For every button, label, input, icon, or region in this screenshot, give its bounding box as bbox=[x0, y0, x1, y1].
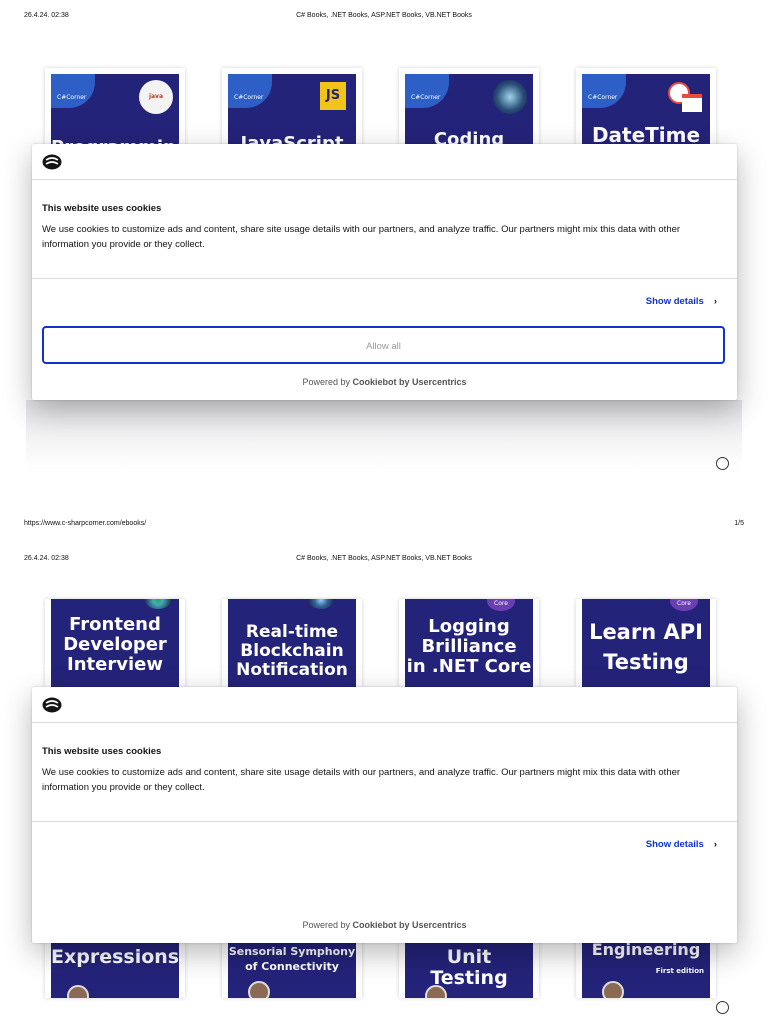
book-title-line: of Connectivity bbox=[245, 960, 339, 974]
book-title-line: Testing bbox=[603, 650, 689, 675]
cookie-heading: This website uses cookies bbox=[42, 746, 162, 757]
show-details-link[interactable]: Show details › bbox=[646, 839, 717, 850]
core-badge: Core bbox=[487, 599, 515, 611]
book-card[interactable]: Frontend Developer Interview bbox=[45, 599, 185, 687]
show-details-label: Show details bbox=[645, 296, 704, 307]
book-title: Learn API Testing bbox=[582, 617, 710, 678]
page-url: https://www.c-sharpcorner.com/ebooks/ bbox=[24, 520, 147, 527]
book-title-line: Blockchain bbox=[240, 641, 344, 662]
chat-widget-icon[interactable] bbox=[716, 457, 729, 470]
book-title: Expressions bbox=[51, 946, 179, 968]
book-cover: Core Logging Brilliance in .NET Core bbox=[405, 599, 533, 687]
book-title: Sensorial Symphony of Connectivity bbox=[228, 944, 356, 975]
author-avatar bbox=[602, 981, 624, 998]
cookie-banner-shadow bbox=[26, 400, 742, 470]
core-badge: Core bbox=[670, 599, 698, 611]
print-title: C# Books, .NET Books, ASP.NET Books, VB.… bbox=[296, 555, 472, 562]
book-cover: Expressions bbox=[51, 939, 179, 998]
book-title: Unit Testing bbox=[430, 946, 508, 990]
show-details-link[interactable]: Show details › bbox=[646, 296, 717, 307]
cookie-consent-dialog: This website uses cookies We use cookies… bbox=[32, 144, 737, 400]
book-title-line: Notification bbox=[236, 660, 348, 681]
csharpcorner-logo: C#Corner bbox=[228, 74, 272, 108]
book-cover: Frontend Developer Interview bbox=[51, 599, 179, 687]
book-card[interactable]: Engineering First edition bbox=[576, 939, 716, 998]
cookie-description: We use cookies to customize ads and cont… bbox=[42, 767, 681, 793]
cookiebot-logo-icon bbox=[42, 697, 62, 713]
cookiebot-logo-icon bbox=[42, 154, 62, 170]
powered-by-prefix: Powered by bbox=[302, 920, 350, 930]
book-title-line: Real-time bbox=[245, 622, 339, 642]
book-card[interactable]: Sensorial Symphony of Connectivity bbox=[222, 939, 362, 998]
print-page-1: 26.4.24. 02:38 C# Books, .NET Books, ASP… bbox=[0, 0, 768, 540]
divider bbox=[32, 179, 737, 180]
book-card[interactable]: Real-time Blockchain Notification bbox=[222, 599, 362, 687]
book-title-line: Frontend bbox=[69, 614, 161, 635]
book-title-line: in .NET Core bbox=[406, 656, 532, 678]
show-details-label: Show details bbox=[645, 839, 704, 850]
book-title: Real-time Blockchain Notification bbox=[228, 622, 356, 681]
print-page-2: 26.4.24. 02:38 C# Books, .NET Books, ASP… bbox=[0, 543, 768, 1024]
divider bbox=[32, 722, 737, 723]
chevron-right-icon: › bbox=[713, 839, 717, 850]
book-title-line: Logging bbox=[428, 616, 510, 637]
book-title: Frontend Developer Interview bbox=[51, 614, 179, 676]
chevron-right-icon: › bbox=[713, 296, 717, 307]
csharpcorner-logo: C#Corner bbox=[51, 74, 95, 108]
book-card[interactable]: Core Logging Brilliance in .NET Core bbox=[399, 599, 539, 687]
book-title-line: Learn API bbox=[589, 620, 703, 644]
book-cover: Real-time Blockchain Notification bbox=[228, 599, 356, 687]
divider bbox=[32, 821, 737, 822]
print-header: 26.4.24. 02:38 C# Books, .NET Books, ASP… bbox=[0, 12, 768, 22]
java-icon: java bbox=[139, 80, 173, 114]
cookiebot-brand: Cookiebot by Usercentrics bbox=[352, 377, 467, 387]
allow-all-button[interactable]: Allow all bbox=[42, 326, 725, 364]
code-globe-icon bbox=[493, 80, 527, 114]
chat-widget-icon[interactable] bbox=[716, 1001, 729, 1014]
cookie-description: We use cookies to customize ads and cont… bbox=[42, 224, 681, 250]
book-cover: Core Learn API Testing bbox=[582, 599, 710, 687]
book-cover: Unit Testing bbox=[405, 939, 533, 998]
book-title-line: Developer bbox=[63, 634, 167, 656]
book-title-line: Brilliance bbox=[421, 636, 517, 658]
cookiebot-brand: Cookiebot by Usercentrics bbox=[352, 920, 467, 930]
book-card[interactable]: Core Learn API Testing bbox=[576, 599, 716, 687]
cookie-heading: This website uses cookies bbox=[42, 203, 162, 214]
cookie-consent-dialog: This website uses cookies We use cookies… bbox=[32, 687, 737, 943]
book-title: Logging Brilliance in .NET Core bbox=[405, 616, 533, 678]
page-number: 1/5 bbox=[734, 520, 744, 527]
orb-icon bbox=[308, 599, 334, 609]
author-avatar bbox=[67, 985, 89, 998]
book-title-line: Interview bbox=[67, 654, 163, 676]
book-cover: Sensorial Symphony of Connectivity bbox=[228, 939, 356, 998]
print-title: C# Books, .NET Books, ASP.NET Books, VB.… bbox=[296, 12, 472, 19]
book-cover: Engineering First edition bbox=[582, 939, 710, 998]
clock-calendar-icon bbox=[668, 82, 702, 112]
print-header: 26.4.24. 02:38 C# Books, .NET Books, ASP… bbox=[0, 555, 768, 565]
csharpcorner-logo: C#Corner bbox=[582, 74, 626, 108]
book-title: Engineering bbox=[591, 940, 701, 959]
edition-label: First edition bbox=[655, 967, 704, 975]
javascript-icon: JS bbox=[320, 82, 346, 110]
book-card[interactable]: Unit Testing bbox=[399, 939, 539, 998]
book-card[interactable]: Expressions bbox=[45, 939, 185, 998]
powered-by: Powered by Cookiebot by Usercentrics bbox=[32, 920, 737, 930]
csharpcorner-logo: C#Corner bbox=[405, 74, 449, 108]
divider bbox=[32, 278, 737, 279]
author-avatar bbox=[248, 981, 270, 998]
powered-by-prefix: Powered by bbox=[302, 377, 350, 387]
book-title-line: Sensorial Symphony bbox=[228, 945, 356, 958]
orb-icon bbox=[145, 599, 171, 609]
powered-by: Powered by Cookiebot by Usercentrics bbox=[32, 377, 737, 387]
